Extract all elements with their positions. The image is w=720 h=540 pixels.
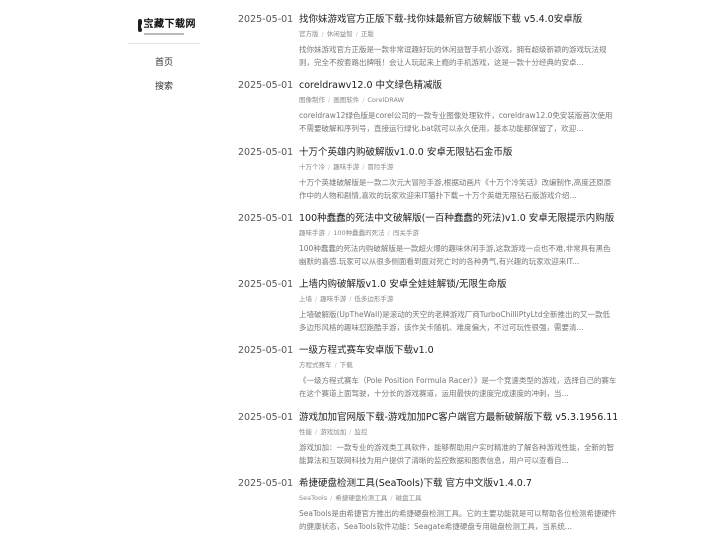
tag-separator: / xyxy=(390,494,393,503)
post-date: 2025-05-01 xyxy=(238,279,294,291)
tag-link[interactable]: 图像制作 xyxy=(299,96,325,104)
post-title-link[interactable]: 游戏加加官网版下载-游戏加加PC客户端官方最新破解版下载 v5.3.1956.1… xyxy=(299,410,617,426)
post-title-link[interactable]: 希捷硬盘检测工具(SeaTools)下载 官方中文版v1.4.0.7 xyxy=(299,476,617,492)
tag-separator: / xyxy=(362,162,365,171)
post-date: 2025-05-01 xyxy=(238,14,294,25)
tag-link[interactable]: 100种蠢蠢的死法 xyxy=(333,229,384,237)
tag-link[interactable]: 下载 xyxy=(340,361,353,369)
tag-separator: / xyxy=(349,427,352,436)
tag-link[interactable]: 趣味手游 xyxy=(333,163,359,171)
tag-separator: / xyxy=(355,30,358,38)
tag-separator: / xyxy=(321,30,324,38)
post-tags: 性能 / 游戏加加 / 监控 xyxy=(299,427,617,437)
post-title-link[interactable]: 找你妹游戏官方正版下载-找你妹最新官方破解版下载 v5.4.0安卓版 xyxy=(299,12,617,28)
post-date: 2025-05-01 xyxy=(238,80,294,92)
post-title-link[interactable]: 一级方程式赛车安卓版下载v1.0 xyxy=(299,343,617,359)
post-description: 《一级方程式赛车（Pole Position Formula Racer）》是一… xyxy=(299,376,617,399)
post-tags: 方程式赛车 / 下载 xyxy=(299,360,617,370)
tag-separator: / xyxy=(349,295,352,304)
post-date: 2025-05-01 xyxy=(238,478,294,490)
post-tags: SeaTools / 希捷硬盘检测工具 / 磁盘工具 xyxy=(299,493,617,503)
sidebar-divider xyxy=(128,43,200,44)
tag-separator: / xyxy=(315,295,318,304)
post-description: 100种蠢蠢的死法内购破解版是一款超火爆的趣味休闲手游,这款游戏一点也不难,非常… xyxy=(299,243,611,266)
nav-item-home[interactable]: 首页 xyxy=(128,54,200,78)
post-description: coreldraw12绿色版是corel公司的一款专业图像处理软件，coreld… xyxy=(299,111,613,134)
tag-link[interactable]: 正版 xyxy=(361,30,374,38)
post-item: 2025-05-01 coreldrawv12.0 中文绿色精减版 图像制作 / 画… xyxy=(238,78,618,144)
tag-link[interactable]: 游戏加加 xyxy=(320,428,346,436)
post-list: 2025-05-01 找你妹游戏官方正版下载-找你妹最新官方破解版下载 v5.4… xyxy=(238,12,618,540)
post-item: 2025-05-01 十万个英雄内购破解版v1.0.0 安卓无限钻石金币版 十万… xyxy=(238,145,618,211)
tag-separator: / xyxy=(328,96,331,105)
post-tags: 趣味手游/100种蠢蠢的死法 / 闯关手游 xyxy=(299,228,617,238)
tag-link[interactable]: 闯关手游 xyxy=(393,229,419,237)
nav-item-search[interactable]: 搜索 xyxy=(128,78,200,102)
post-tags: 官方版 / 休闲益智 / 正版 xyxy=(299,29,617,39)
post-date: 2025-05-01 xyxy=(238,345,294,357)
tag-link[interactable]: 趣味手游 xyxy=(299,229,325,237)
tag-link[interactable]: SeaTools xyxy=(299,494,327,502)
tag-link[interactable]: 画图软件 xyxy=(333,96,359,104)
tag-link[interactable]: 十万个冷 xyxy=(299,163,325,171)
post-description: 找你妹游戏官方正版是一款非常逗趣好玩的休闲益智手机小游戏，拥有超级新颖的游戏玩法… xyxy=(299,45,607,67)
tag-separator: / xyxy=(315,427,318,436)
post-title-link[interactable]: 十万个英雄内购破解版v1.0.0 安卓无限钻石金币版 xyxy=(299,145,617,161)
post-description: SeaTools是由希捷官方推出的希捷硬盘检测工具。它的主要功能就是可以帮助各位… xyxy=(299,509,617,532)
site-logo[interactable]: 宝藏下载网 xyxy=(138,18,196,40)
tag-link[interactable]: 冒险手游 xyxy=(367,163,393,171)
post-description: 游戏加加：一款专业的游戏类工具软件，能够帮助用户实时精准的了解各种游戏性能，全新… xyxy=(299,442,614,465)
post-tags: 图像制作 / 画图软件 / CorelDRAW xyxy=(299,95,617,105)
post-title-link[interactable]: 100种蠢蠢的死法中文破解版(一百种蠢蠢的死法)v1.0 安卓无限提示内购版 xyxy=(299,211,617,227)
logo-icon xyxy=(138,19,149,32)
sidebar: 宝藏下载网 首页 搜索 xyxy=(128,0,200,540)
tag-link[interactable]: 性能 xyxy=(299,428,312,436)
post-description: 十万个英雄破解版是一款二次元大冒险手游,根据动画片《十万个冷笑话》改编制作,高度… xyxy=(299,177,612,200)
tag-link[interactable]: 监控 xyxy=(354,428,367,436)
tag-separator: / xyxy=(387,228,390,237)
tag-link[interactable]: 希捷硬盘检测工具 xyxy=(335,494,387,502)
tag-link[interactable]: CorelDRAW xyxy=(367,96,404,104)
logo-text: 宝藏下载网 xyxy=(143,19,196,30)
post-tags: 上墙 / 趣味手游 / 低多边形手游 xyxy=(299,294,617,304)
tag-link[interactable]: 低多边形手游 xyxy=(354,295,393,303)
tag-link[interactable]: 官方版 xyxy=(299,30,319,38)
post-description: 上墙破解版(UpTheWall)是滚动的天空的老牌游戏厂商TurboChilli… xyxy=(299,310,610,333)
tag-separator: / xyxy=(328,228,331,237)
tag-link[interactable]: 方程式赛车 xyxy=(299,361,332,369)
tag-link[interactable]: 磁盘工具 xyxy=(396,494,422,502)
sidebar-nav: 首页 搜索 xyxy=(128,54,200,102)
post-date: 2025-05-01 xyxy=(238,146,294,158)
tag-link[interactable]: 休闲益智 xyxy=(327,30,353,38)
post-item: 2025-05-01 希捷硬盘检测工具(SeaTools)下载 官方中文版v1.… xyxy=(238,476,618,540)
post-item: 2025-05-01 一级方程式赛车安卓版下载v1.0 方程式赛车 / 下载 《一级… xyxy=(238,343,618,409)
post-item: 2025-05-01 100种蠢蠢的死法中文破解版(一百种蠢蠢的死法)v1.0 … xyxy=(238,211,618,277)
post-date: 2025-05-01 xyxy=(238,411,294,423)
logo-tagline-bar xyxy=(143,33,184,35)
post-item: 2025-05-01 找你妹游戏官方正版下载-找你妹最新官方破解版下载 v5.4… xyxy=(238,12,618,78)
post-item: 2025-05-01 上墙内购破解版v1.0 安卓全娃娃解锁/无限生命版 上墙 /… xyxy=(238,277,618,343)
tag-separator: / xyxy=(328,162,331,171)
post-title-link[interactable]: 上墙内购破解版v1.0 安卓全娃娃解锁/无限生命版 xyxy=(299,277,617,293)
tag-link[interactable]: 趣味手游 xyxy=(320,295,346,303)
post-date: 2025-05-01 xyxy=(238,212,294,224)
tag-separator: / xyxy=(362,96,365,105)
tag-link[interactable]: 上墙 xyxy=(299,295,312,303)
post-title-link[interactable]: coreldrawv12.0 中文绿色精减版 xyxy=(299,78,617,94)
tag-separator: / xyxy=(330,494,333,503)
post-item: 2025-05-01 游戏加加官网版下载-游戏加加PC客户端官方最新破解版下载 … xyxy=(238,410,618,476)
post-tags: 十万个冷 / 趣味手游 / 冒险手游 xyxy=(299,162,617,172)
tag-separator: / xyxy=(334,361,337,370)
